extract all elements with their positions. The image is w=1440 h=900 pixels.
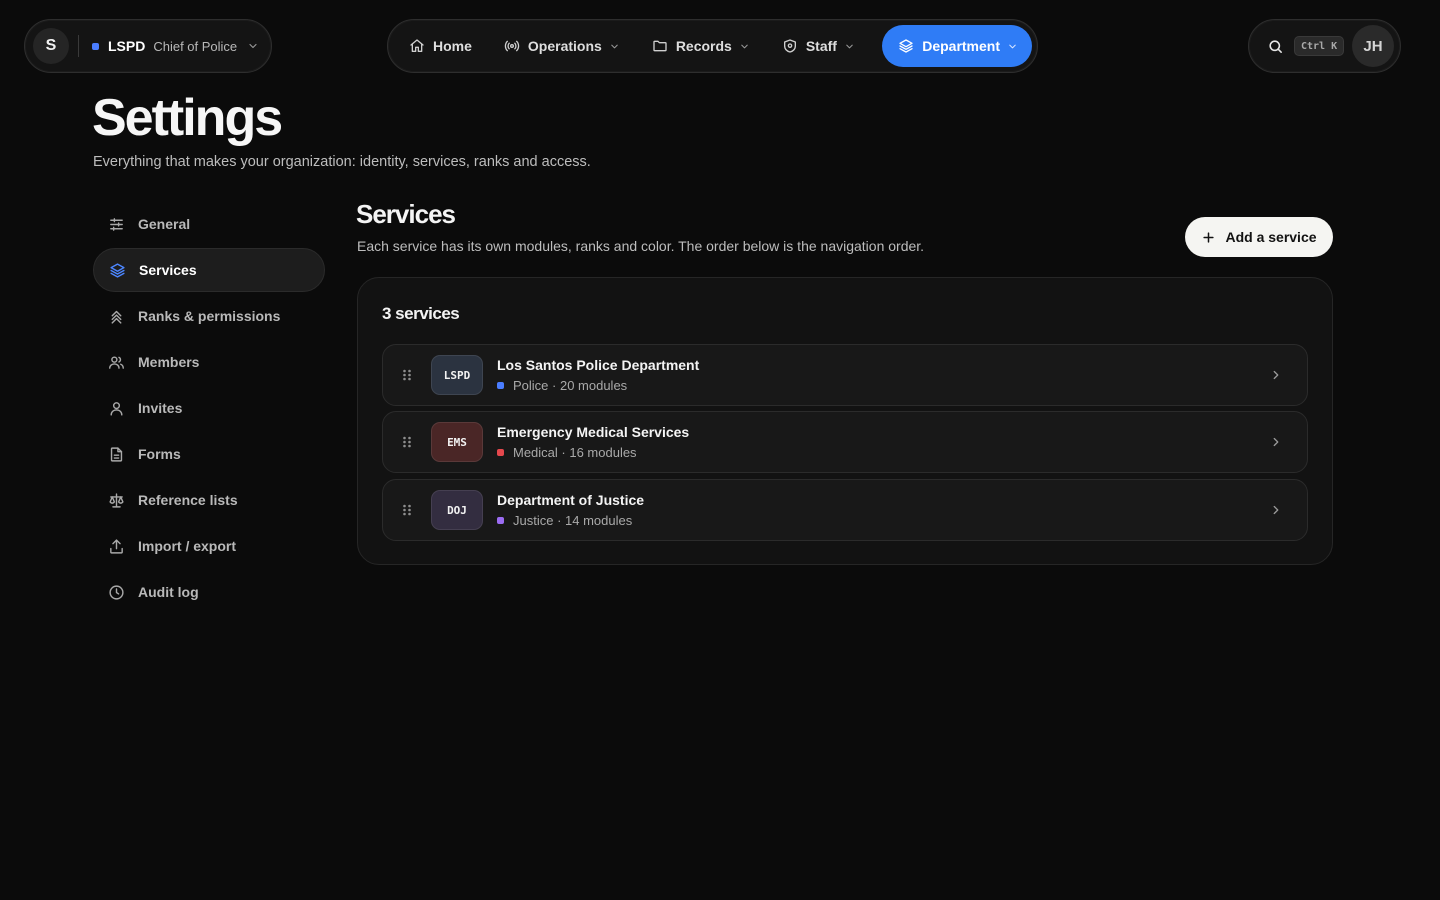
radio-icon bbox=[504, 38, 520, 54]
users-icon bbox=[108, 354, 125, 371]
chevron-down-icon bbox=[739, 41, 750, 52]
settings-nav-label: Members bbox=[138, 354, 200, 370]
service-meta: Justice · 14 modules bbox=[513, 513, 633, 528]
nav-item-department[interactable]: Department bbox=[882, 25, 1032, 67]
service-badge: DOJ bbox=[431, 490, 483, 530]
org-avatar: S bbox=[33, 28, 69, 64]
org-name: LSPD bbox=[108, 38, 146, 54]
chevron-down-icon bbox=[1007, 41, 1018, 52]
nav-item-label: Home bbox=[433, 38, 472, 54]
nav-item-label: Staff bbox=[805, 38, 837, 54]
settings-nav-import-export[interactable]: Import / export bbox=[93, 524, 325, 568]
nav-item-label: Records bbox=[675, 38, 732, 54]
search-icon[interactable] bbox=[1267, 38, 1284, 55]
service-meta: Police · 20 modules bbox=[513, 378, 628, 393]
service-row-lspd[interactable]: LSPD Los Santos Police Department Police… bbox=[382, 344, 1308, 406]
org-color-dot bbox=[92, 42, 99, 50]
page-subtitle: Everything that makes your organization:… bbox=[93, 154, 591, 170]
chevron-right-icon bbox=[1269, 435, 1283, 449]
layers-icon bbox=[898, 38, 914, 54]
section-description: Each service has its own modules, ranks … bbox=[357, 238, 925, 254]
nav-item-label: Department bbox=[922, 38, 1000, 54]
file-icon bbox=[108, 446, 125, 463]
settings-nav-general[interactable]: General bbox=[93, 202, 325, 246]
service-color-dot bbox=[497, 449, 504, 456]
layers-icon bbox=[109, 262, 126, 279]
page-title: Settings bbox=[92, 89, 283, 147]
folder-icon bbox=[652, 38, 668, 54]
service-badge: LSPD bbox=[431, 355, 483, 395]
add-service-label: Add a service bbox=[1225, 229, 1317, 245]
upload-icon bbox=[108, 538, 125, 555]
settings-nav-audit-log[interactable]: Audit log bbox=[93, 570, 325, 614]
user-icon bbox=[108, 400, 125, 417]
service-name: Emergency Medical Services bbox=[497, 424, 690, 440]
nav-item-label: Operations bbox=[527, 38, 602, 54]
service-color-dot bbox=[497, 517, 504, 524]
settings-nav-label: Invites bbox=[138, 400, 183, 416]
settings-nav-label: Import / export bbox=[138, 538, 237, 554]
nav-item-operations[interactable]: Operations bbox=[488, 25, 634, 67]
divider bbox=[78, 35, 79, 57]
nav-item-staff[interactable]: Staff bbox=[766, 25, 869, 67]
settings-nav-label: Services bbox=[139, 262, 197, 278]
services-card: 3 services LSPD Los Santos Police Depart… bbox=[357, 277, 1333, 565]
user-avatar[interactable]: JH bbox=[1352, 25, 1394, 67]
plus-icon bbox=[1201, 230, 1216, 245]
shield-icon bbox=[782, 38, 798, 54]
service-name: Department of Justice bbox=[497, 492, 645, 508]
settings-nav-ranks[interactable]: Ranks & permissions bbox=[93, 294, 325, 338]
settings-nav-services[interactable]: Services bbox=[93, 248, 325, 292]
add-service-button[interactable]: Add a service bbox=[1185, 217, 1333, 257]
scale-icon bbox=[108, 492, 125, 509]
chevron-right-icon bbox=[1269, 503, 1283, 517]
org-role: Chief of Police bbox=[153, 38, 238, 54]
settings-nav-invites[interactable]: Invites bbox=[93, 386, 325, 430]
settings-nav: General Services Ranks & permissions Mem… bbox=[93, 202, 325, 616]
chevrons-up-icon bbox=[108, 308, 125, 325]
services-count: 3 services bbox=[382, 304, 460, 323]
settings-nav-forms[interactable]: Forms bbox=[93, 432, 325, 476]
org-switcher[interactable]: S LSPD Chief of Police bbox=[24, 19, 272, 73]
chevron-down-icon bbox=[844, 41, 855, 52]
drag-handle-icon[interactable] bbox=[383, 368, 431, 382]
clock-icon bbox=[108, 584, 125, 601]
service-meta: Medical · 16 modules bbox=[513, 445, 637, 460]
home-icon bbox=[409, 38, 425, 54]
service-row-doj[interactable]: DOJ Department of Justice Justice · 14 m… bbox=[382, 479, 1308, 541]
service-badge: EMS bbox=[431, 422, 483, 462]
section-title: Services bbox=[356, 199, 456, 229]
service-row-ems[interactable]: EMS Emergency Medical Services Medical ·… bbox=[382, 411, 1308, 473]
drag-handle-icon[interactable] bbox=[383, 503, 431, 517]
shortcut-hint: Ctrl K bbox=[1294, 36, 1345, 56]
drag-handle-icon[interactable] bbox=[383, 435, 431, 449]
nav-item-home[interactable]: Home bbox=[393, 25, 486, 67]
settings-nav-label: General bbox=[138, 216, 191, 232]
chevron-down-icon bbox=[609, 41, 620, 52]
settings-nav-label: Ranks & permissions bbox=[138, 308, 281, 324]
chevron-down-icon bbox=[247, 40, 259, 52]
chevron-right-icon bbox=[1269, 368, 1283, 382]
nav-item-records[interactable]: Records bbox=[636, 25, 764, 67]
settings-nav-label: Audit log bbox=[138, 584, 199, 600]
settings-nav-reference-lists[interactable]: Reference lists bbox=[93, 478, 325, 522]
settings-nav-label: Reference lists bbox=[138, 492, 238, 508]
service-color-dot bbox=[497, 382, 504, 389]
settings-nav-members[interactable]: Members bbox=[93, 340, 325, 384]
sliders-icon bbox=[108, 216, 125, 233]
main-nav: Home Operations Records Staff Department bbox=[387, 19, 1038, 73]
service-name: Los Santos Police Department bbox=[497, 357, 700, 373]
topbar-actions: Ctrl K JH bbox=[1248, 19, 1401, 73]
settings-nav-label: Forms bbox=[138, 446, 181, 462]
